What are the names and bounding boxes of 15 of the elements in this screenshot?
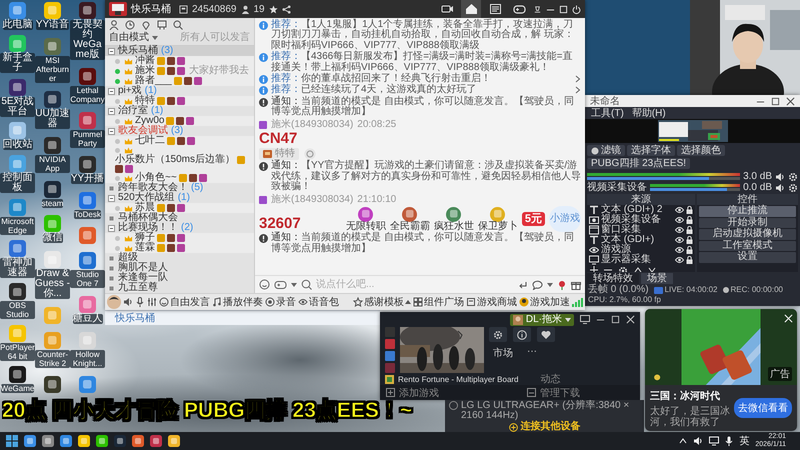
taskbar-app-icon[interactable] xyxy=(78,435,90,447)
taskbar-app-icon[interactable] xyxy=(114,435,126,447)
speaker-icon[interactable] xyxy=(693,436,704,446)
taskbar-app-icon[interactable] xyxy=(60,435,72,447)
network-icon[interactable] xyxy=(709,436,720,446)
chevron-up-icon[interactable] xyxy=(679,437,688,445)
taskbar-app-icon[interactable] xyxy=(24,435,36,447)
taskbar-app-icon[interactable] xyxy=(132,435,144,447)
taskbar-app-icon[interactable] xyxy=(168,435,180,447)
input-method[interactable]: 英 xyxy=(739,434,750,448)
taskbar-app-icon[interactable] xyxy=(150,435,162,447)
microphone-icon[interactable] xyxy=(725,436,734,446)
taskbar-app-icon[interactable] xyxy=(96,435,108,447)
taskbar-app-icon[interactable] xyxy=(42,435,54,447)
start-icon[interactable] xyxy=(6,435,18,447)
